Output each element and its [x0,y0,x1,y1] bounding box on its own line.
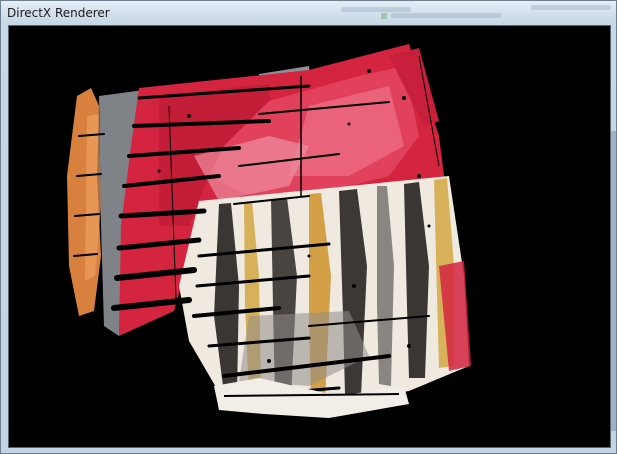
rendered-scene-svg [67,44,471,423]
title-bar[interactable]: DirectX Renderer [1,1,616,25]
directx-renderer-window: DirectX Renderer [0,0,617,454]
window-title: DirectX Renderer [7,6,110,20]
background-window-ghost [331,1,616,24]
striped-fabric [179,176,471,406]
window-right-edge [611,131,616,431]
render-viewport[interactable] [8,25,611,448]
orange-fragment [67,88,101,316]
